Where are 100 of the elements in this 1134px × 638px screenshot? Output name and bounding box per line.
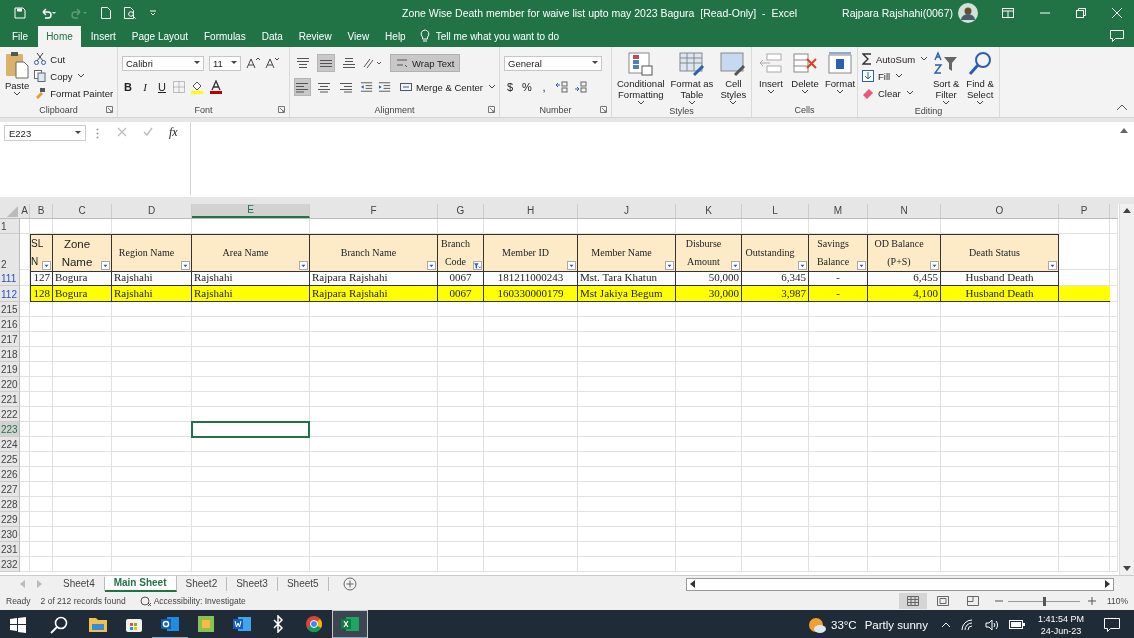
row-number[interactable]: 218 bbox=[0, 347, 20, 362]
column-letter[interactable]: P bbox=[1059, 204, 1110, 218]
dialog-launcher-icon[interactable] bbox=[488, 106, 495, 113]
weather-icon[interactable] bbox=[807, 615, 827, 634]
column-letter[interactable]: E bbox=[192, 204, 310, 218]
collapse-ribbon-icon[interactable] bbox=[1116, 104, 1128, 111]
scroll-left-icon[interactable] bbox=[690, 580, 695, 588]
zoom-in-icon[interactable] bbox=[1087, 597, 1096, 605]
row-number[interactable]: 232 bbox=[0, 557, 20, 572]
ribbon-tab[interactable]: Page Layout bbox=[123, 26, 196, 47]
column-letter[interactable]: O bbox=[941, 204, 1059, 218]
filter-button[interactable] bbox=[567, 261, 576, 270]
add-sheet-icon[interactable] bbox=[342, 577, 357, 591]
view-button[interactable] bbox=[898, 593, 927, 609]
clear-button[interactable]: Clear bbox=[862, 86, 928, 100]
collapse-formula-bar-icon[interactable] bbox=[1120, 128, 1128, 133]
align-button[interactable] bbox=[317, 54, 335, 72]
zoom-level[interactable]: 110% bbox=[1106, 596, 1128, 606]
close-icon[interactable] bbox=[1112, 7, 1122, 18]
comment-icon[interactable] bbox=[1110, 30, 1124, 42]
sheet-tab[interactable]: Sheet4 bbox=[54, 577, 105, 591]
avatar-icon[interactable] bbox=[958, 2, 978, 23]
row-number[interactable]: 225 bbox=[0, 452, 20, 467]
font-size-dropdown[interactable]: 11 bbox=[209, 55, 241, 71]
restore-icon[interactable] bbox=[1076, 7, 1086, 18]
zoom-slider-thumb[interactable] bbox=[1042, 596, 1046, 606]
customize-toolbar-icon[interactable] bbox=[150, 9, 156, 16]
filter-button[interactable] bbox=[1048, 261, 1057, 270]
ribbon-tab[interactable]: Formulas bbox=[196, 26, 254, 47]
ribbon-big-button[interactable]: Sort & Filter bbox=[931, 50, 962, 106]
sheet-tab[interactable]: Sheet5 bbox=[277, 577, 329, 591]
column-letter[interactable]: K bbox=[676, 204, 742, 218]
accessibility-icon[interactable] bbox=[139, 595, 152, 607]
decrease-font-size-icon[interactable] bbox=[265, 57, 279, 69]
fill-button[interactable]: Fill bbox=[862, 69, 928, 83]
wifi-icon[interactable] bbox=[960, 618, 975, 631]
ribbon-big-button[interactable]: Format bbox=[824, 50, 857, 105]
row-number[interactable]: 227 bbox=[0, 482, 20, 497]
weather-text[interactable]: Partly sunny bbox=[864, 618, 928, 631]
clock-time[interactable]: 1:41:54 PM bbox=[1037, 612, 1084, 625]
filter-button[interactable] bbox=[665, 261, 674, 270]
text-orientation-icon[interactable] bbox=[363, 57, 383, 69]
battery-icon[interactable] bbox=[1008, 620, 1025, 629]
column-letter[interactable]: L bbox=[742, 204, 809, 218]
ribbon-tab[interactable]: View bbox=[339, 26, 378, 47]
wrap-text-button[interactable]: Wrap Text bbox=[390, 54, 461, 72]
ribbon-tab[interactable]: Insert bbox=[82, 26, 124, 47]
filter-button[interactable] bbox=[181, 261, 190, 270]
ribbon-big-button[interactable]: Find & Select bbox=[965, 50, 996, 106]
ribbon-big-button[interactable]: Cell Styles bbox=[718, 50, 749, 106]
fill-color-icon[interactable] bbox=[190, 80, 204, 94]
temperature[interactable]: 33°C bbox=[831, 618, 857, 631]
tell-me-search[interactable]: Tell me what you want to do bbox=[435, 26, 560, 47]
italic-button[interactable]: I bbox=[139, 81, 151, 93]
percent-button[interactable]: % bbox=[521, 81, 533, 93]
increase-indent-icon[interactable] bbox=[377, 81, 391, 93]
autosum-button[interactable]: AutoSum bbox=[862, 52, 928, 66]
row-number[interactable]: 229 bbox=[0, 512, 20, 527]
accessibility-status[interactable]: Accessibility: Investigate bbox=[153, 596, 246, 606]
font-name-dropdown[interactable]: Calibri bbox=[122, 55, 204, 71]
row-number[interactable]: 2 bbox=[0, 234, 20, 272]
filter-button[interactable] bbox=[427, 261, 436, 270]
decrease-decimal-icon[interactable] bbox=[574, 81, 588, 93]
ribbon-big-button[interactable]: Insert bbox=[756, 50, 786, 105]
number-format-dropdown[interactable]: General bbox=[504, 55, 602, 71]
column-letter[interactable]: A bbox=[20, 204, 30, 218]
filter-button[interactable] bbox=[299, 261, 308, 270]
row-number[interactable]: 221 bbox=[0, 392, 20, 407]
ribbon-display-icon[interactable] bbox=[1002, 7, 1014, 18]
filter-button[interactable] bbox=[473, 261, 482, 270]
merge-center-button[interactable]: Merge & Center bbox=[399, 81, 495, 93]
filter-button[interactable] bbox=[930, 261, 939, 270]
row-number[interactable]: 1 bbox=[0, 219, 20, 234]
align-button[interactable] bbox=[294, 78, 311, 96]
print-preview-icon[interactable] bbox=[124, 6, 137, 19]
row-number[interactable]: 228 bbox=[0, 497, 20, 512]
filter-button[interactable] bbox=[731, 261, 740, 270]
scroll-right-icon[interactable] bbox=[1105, 580, 1110, 588]
row-number[interactable]: 215 bbox=[0, 302, 20, 317]
decrease-indent-icon[interactable] bbox=[359, 81, 373, 93]
scroll-up-icon[interactable] bbox=[1123, 208, 1131, 213]
column-letter[interactable]: H bbox=[484, 204, 578, 218]
row-number[interactable]: 111 bbox=[0, 270, 20, 286]
row-number[interactable]: 223 bbox=[0, 422, 20, 437]
ribbon-big-button[interactable]: Format as Table bbox=[669, 50, 715, 106]
filter-button[interactable] bbox=[798, 261, 807, 270]
sheet-tab[interactable]: Sheet2 bbox=[176, 577, 228, 591]
row-number[interactable]: 224 bbox=[0, 437, 20, 452]
chevron-up-icon[interactable] bbox=[940, 621, 951, 628]
sheet-tab[interactable]: Main Sheet bbox=[104, 576, 177, 592]
increase-font-size-icon[interactable] bbox=[246, 57, 260, 69]
copy-button[interactable]: Copy bbox=[34, 69, 114, 83]
clock-date[interactable]: 24-Jun-23 bbox=[1040, 624, 1082, 637]
sheet-tab[interactable]: Sheet3 bbox=[227, 577, 278, 591]
ribbon-tab[interactable]: Help bbox=[377, 26, 414, 47]
ribbon-tab[interactable]: Home bbox=[38, 26, 81, 47]
currency-button[interactable]: $ bbox=[504, 81, 516, 93]
column-letter[interactable]: G bbox=[438, 204, 484, 218]
paste-button[interactable]: Paste bbox=[4, 50, 31, 105]
dialog-launcher-icon[interactable] bbox=[600, 106, 607, 113]
